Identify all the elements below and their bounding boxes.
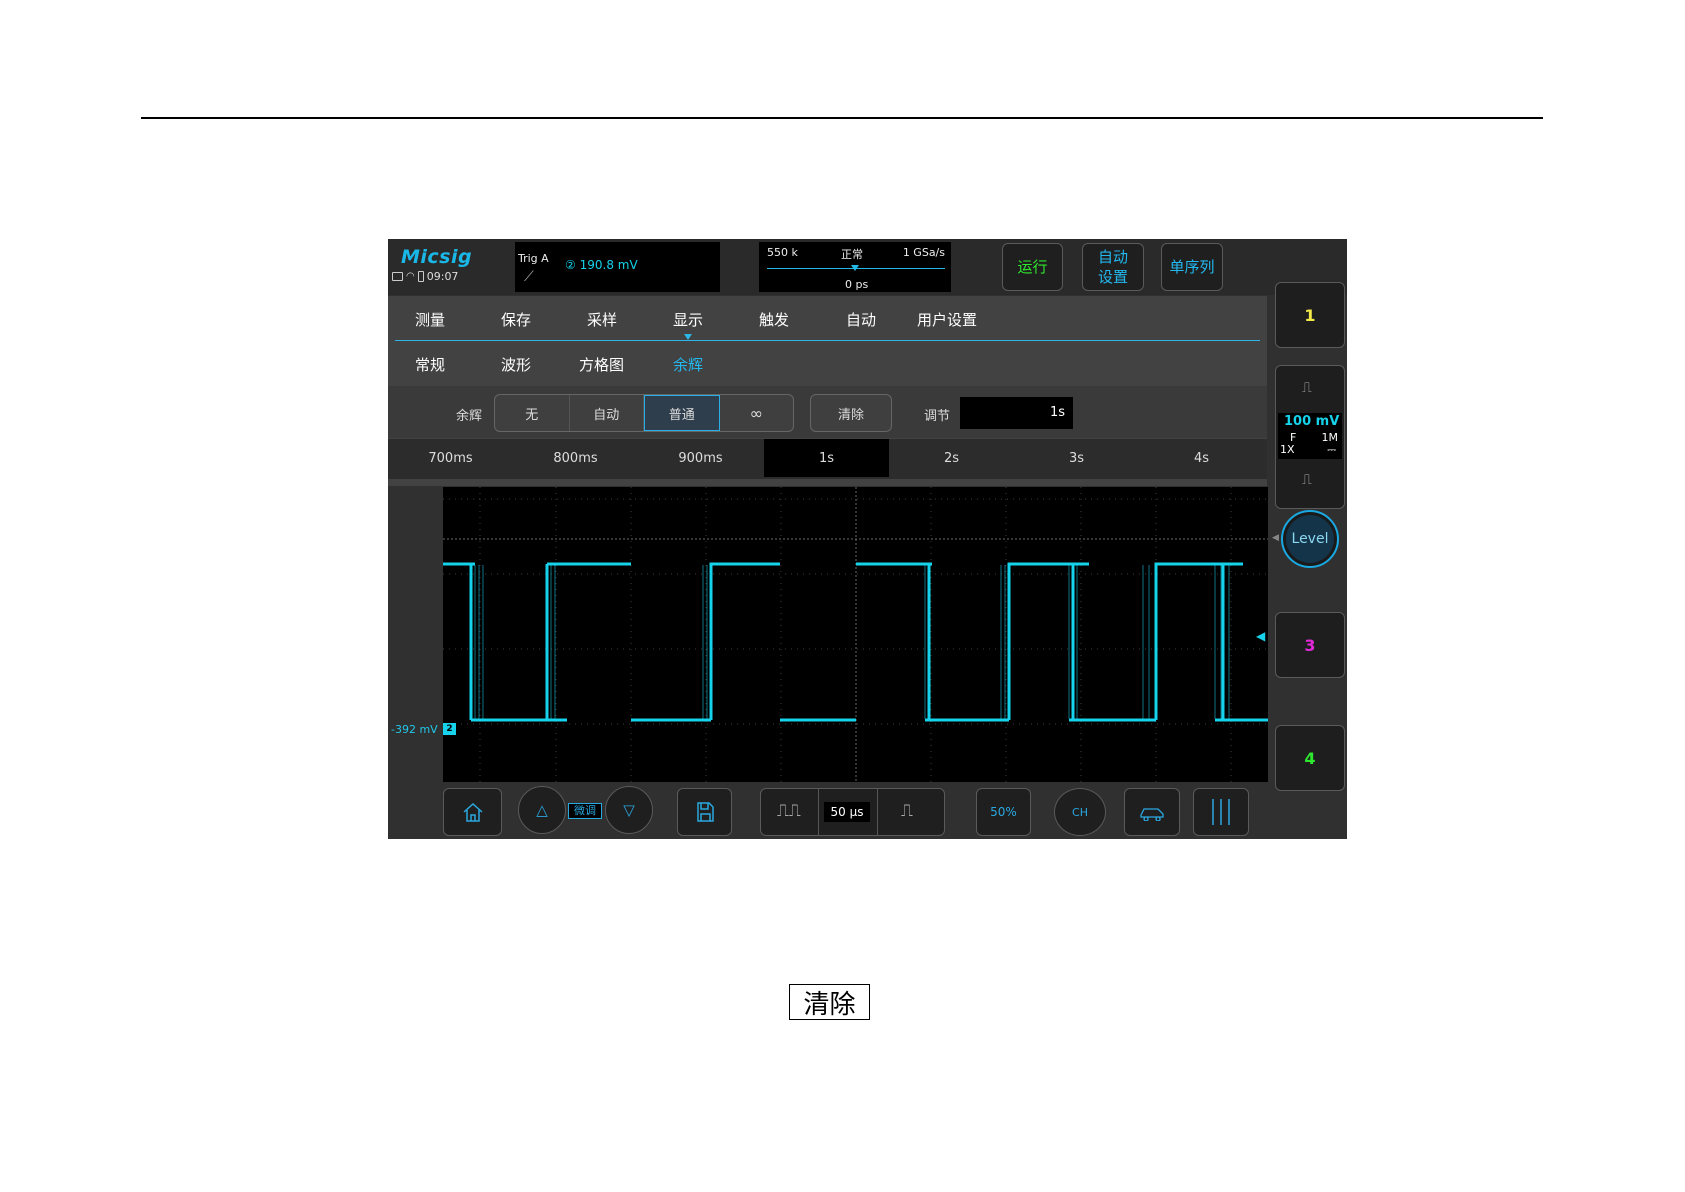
persistence-time-row: 700ms 800ms 900ms 1s 2s 3s 4s	[388, 439, 1267, 479]
dc-coupling-icon: ⎓	[1327, 443, 1336, 456]
clear-button-caption: 清除	[789, 984, 870, 1020]
menu-display[interactable]: 显示	[673, 309, 703, 330]
menu-user-settings[interactable]: 用户设置	[917, 309, 977, 330]
triangle-up-icon: △	[536, 801, 548, 819]
channel-4-button[interactable]: 4	[1275, 725, 1345, 791]
tab-graticule[interactable]: 方格图	[579, 354, 624, 375]
memory-depth: 550 k	[767, 246, 798, 259]
persistence-infinite-option[interactable]: ∞	[720, 395, 794, 431]
display-menu: 测量 保存 采样 显示 触发 自动 用户设置 常规 波形 方格图 余辉 余辉 无…	[388, 296, 1267, 486]
persistence-normal-option[interactable]: 普通	[644, 395, 720, 431]
page-rule	[141, 117, 1543, 119]
menu-acquire[interactable]: 采样	[587, 309, 617, 330]
status-bar: ◠ 09:07	[392, 270, 458, 283]
persistence-row: 余辉 无 自动 普通 ∞ 清除 调节 1s	[388, 386, 1267, 438]
trigger-info-panel[interactable]: Trig A ② 190.8 mV ⟋	[515, 242, 720, 292]
run-button[interactable]: 运行	[1002, 243, 1063, 291]
submenu-row: 常规 波形 方格图 余辉	[388, 341, 1267, 385]
acquire-mode: 正常	[841, 248, 863, 261]
tab-general[interactable]: 常规	[415, 354, 445, 375]
timebase-expand-icon[interactable]: ⎍	[901, 801, 913, 821]
cursor-button[interactable]	[1193, 788, 1249, 836]
time-option-1s[interactable]: 1s	[764, 439, 889, 477]
horizontal-offset: 0 ps	[845, 278, 869, 291]
channel-select-button[interactable]: CH	[1054, 788, 1106, 836]
channel-2-glyph: ②	[565, 258, 576, 272]
channel-2-scale-readout: 100 mV F 1M 1X ⎓	[1278, 413, 1342, 459]
top-bar: Micsig ◠ 09:07 Trig A ② 190.8 mV ⟋ 550 k…	[388, 239, 1347, 295]
clock: 09:07	[426, 270, 459, 283]
rising-edge-icon: ⟋	[524, 269, 534, 285]
channel-2-ground-marker[interactable]: 2	[443, 723, 456, 735]
main-menu-row: 测量 保存 采样 显示 触发 自动 用户设置	[388, 296, 1267, 340]
menu-trigger[interactable]: 触发	[759, 309, 789, 330]
single-sequence-button[interactable]: 单序列	[1161, 243, 1223, 291]
time-option-4s[interactable]: 4s	[1139, 439, 1264, 477]
channel-3-button[interactable]: 3	[1275, 612, 1345, 678]
persistence-label: 余辉	[456, 409, 483, 424]
persistence-none-option[interactable]: 无	[495, 395, 570, 431]
time-per-division[interactable]: 50 μs	[824, 802, 870, 822]
monitor-icon	[392, 272, 403, 281]
clear-persistence-button[interactable]: 清除	[810, 394, 892, 432]
waveform-graticule	[443, 487, 1268, 782]
decrease-button[interactable]: ▽	[605, 786, 653, 834]
battery-icon	[417, 271, 424, 282]
trigger-level-button[interactable]: Level	[1281, 510, 1339, 568]
time-option-2s[interactable]: 2s	[889, 439, 1014, 477]
increase-button[interactable]: △	[518, 786, 566, 834]
menu-measure[interactable]: 测量	[415, 309, 445, 330]
menu-auto[interactable]: 自动	[846, 309, 876, 330]
tab-persistence[interactable]: 余辉	[673, 354, 703, 375]
waveform-display[interactable]	[443, 487, 1268, 782]
adjust-label: 调节	[924, 409, 951, 424]
channel-2-panel[interactable]: ⎍ 100 mV F 1M 1X ⎓ ⎍	[1275, 365, 1345, 509]
channel-2-probe: 1X	[1280, 443, 1295, 456]
auto-car-button[interactable]	[1124, 788, 1180, 836]
bottom-toolbar: △ ▽ 微调 ⎍⎍ 50 μs ⎍ 50% CH	[388, 783, 1347, 839]
timebase-info-panel[interactable]: 550 k 正常 1 GSa/s 0 ps	[759, 242, 951, 292]
trigger-position-marker	[851, 265, 859, 271]
triangle-down-icon: ▽	[623, 801, 635, 819]
save-icon	[696, 802, 714, 822]
trigger-level: 190.8 mV	[579, 258, 638, 272]
auto-setup-line1: 自动	[1097, 248, 1128, 266]
auto-setup-button[interactable]: 自动 设置	[1082, 243, 1144, 291]
scale-up-icon[interactable]: ⎍	[1302, 380, 1312, 396]
tab-waveform[interactable]: 波形	[501, 354, 531, 375]
auto-setup-line2: 设置	[1097, 268, 1128, 286]
timebase-compress-icon[interactable]: ⎍⎍	[777, 801, 801, 821]
divider	[818, 789, 819, 835]
divider	[877, 789, 878, 835]
timebase-control: ⎍⎍ 50 μs ⎍	[760, 788, 945, 836]
home-icon	[463, 802, 482, 822]
adjust-value-field[interactable]: 1s	[960, 397, 1073, 429]
oscilloscope-screen: Micsig ◠ 09:07 Trig A ② 190.8 mV ⟋ 550 k…	[388, 239, 1347, 839]
cursor-lines-icon	[1212, 799, 1230, 825]
trigger-level-readout: ② 190.8 mV	[565, 258, 638, 272]
fine-adjust-group: △ ▽ 微调	[518, 786, 654, 838]
trigger-label: Trig A	[518, 252, 549, 265]
time-option-900ms[interactable]: 900ms	[638, 439, 763, 477]
fifty-percent-button[interactable]: 50%	[976, 788, 1031, 836]
persistence-auto-option[interactable]: 自动	[570, 395, 644, 431]
wifi-icon: ◠	[406, 271, 415, 282]
trigger-level-marker[interactable]: ◀	[1256, 629, 1265, 643]
persistence-mode-selector: 无 自动 普通 ∞	[494, 394, 794, 432]
time-option-3s[interactable]: 3s	[1014, 439, 1139, 477]
car-icon	[1140, 808, 1164, 821]
menu-save[interactable]: 保存	[501, 309, 531, 330]
time-option-800ms[interactable]: 800ms	[513, 439, 638, 477]
sample-rate: 1 GSa/s	[902, 246, 945, 259]
time-option-700ms[interactable]: 700ms	[388, 439, 513, 477]
home-button[interactable]	[443, 788, 502, 836]
save-button[interactable]	[677, 788, 732, 836]
channel-2-volts-div: 100 mV	[1284, 414, 1340, 429]
scale-down-icon[interactable]: ⎍	[1302, 472, 1312, 488]
channel-1-button[interactable]: 1	[1275, 282, 1345, 348]
level-arrow-icon: ◀	[1272, 533, 1279, 543]
fine-adjust-toggle[interactable]: 微调	[568, 803, 602, 819]
channel-offset-label: -392 mV	[391, 723, 438, 736]
brand-logo: Micsig	[401, 246, 473, 268]
